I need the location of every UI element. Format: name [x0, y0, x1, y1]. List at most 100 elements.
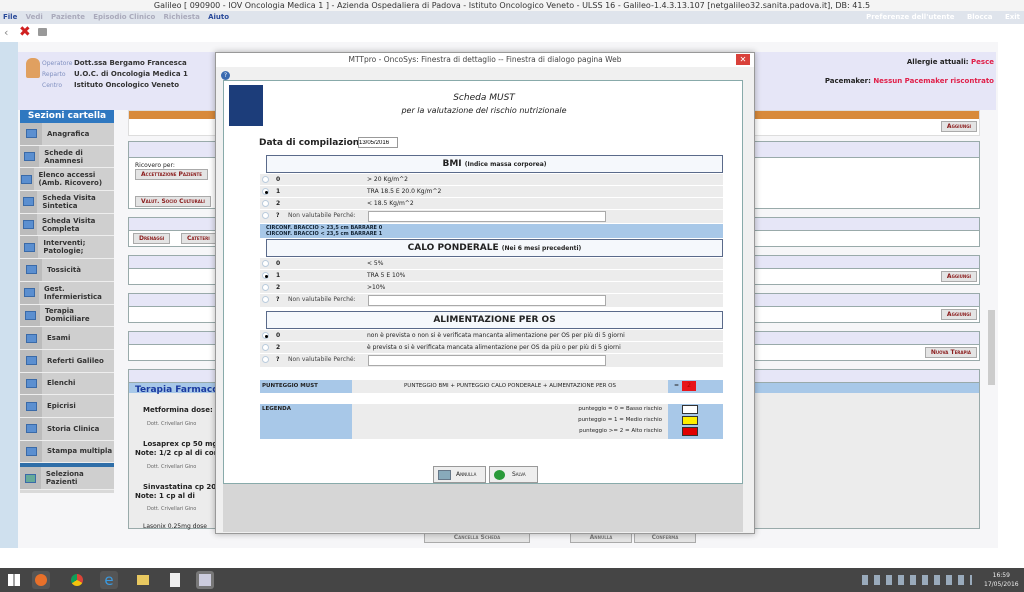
add-button-1[interactable]: Aggiungi [940, 121, 977, 132]
alim-radio[interactable] [262, 332, 269, 339]
sidebar-item[interactable]: Scheda Visita Completa [20, 213, 114, 237]
calo-option: 2 >10% [260, 282, 723, 294]
section-icon [20, 236, 39, 259]
sidebar-item[interactable]: Referti Galileo [20, 349, 114, 373]
calo-radio[interactable] [262, 272, 269, 279]
user-menu: Preferenze dell'utente Blocca Exit [856, 11, 1020, 24]
bmi-not-evaluable: ? Non valutabile Perché: [260, 210, 723, 224]
sidebar-item-seleziona-pazienti[interactable]: Seleziona Pazienti [20, 467, 114, 490]
close-icon[interactable]: ✖ [19, 24, 31, 40]
legend-swatch [682, 427, 698, 436]
bmi-reason-input[interactable] [368, 211, 606, 222]
menu-file[interactable]: File [3, 13, 17, 21]
annulla-button[interactable]: Annulla [433, 466, 486, 483]
option-score: 0 [276, 332, 281, 339]
clock-time: 16:59 [992, 572, 1010, 579]
sidebar-item[interactable]: Gest. Infermieristica [20, 281, 114, 305]
back-icon[interactable]: ‹ [4, 26, 8, 39]
alim-title: ALIMENTAZIONE PER OS [433, 315, 556, 325]
form-subheading: per la valutazione del rischio nutrizion… [401, 106, 567, 115]
sidebar-item-label: Interventi; Patologie; [43, 239, 86, 256]
print-icon[interactable] [38, 28, 47, 36]
salva-button[interactable]: Salva [489, 466, 538, 483]
sidebar-title: Sezioni cartella [20, 110, 114, 123]
main-scrollbar-thumb[interactable] [988, 310, 995, 385]
start-icon[interactable] [8, 574, 20, 586]
sidebar-item[interactable]: Anagrafica [20, 123, 114, 146]
cateteri-button[interactable]: Cateteri [181, 233, 216, 244]
bmi-radio[interactable] [262, 176, 269, 183]
alim-reason-input[interactable] [368, 355, 606, 366]
sidebar-item[interactable]: Stampa multipla [20, 440, 114, 464]
sidebar-item[interactable]: Storia Clinica [20, 417, 114, 441]
chrome-icon[interactable] [68, 571, 86, 589]
score-equals: = [674, 382, 680, 389]
accettazione-button[interactable]: Accettazione Paziente [135, 169, 208, 180]
sidebar-item-label: Elenco accessi (Amb. Ricovero) [38, 171, 103, 188]
window-title: Galileo [ 090900 - IOV Oncologia Medica … [0, 0, 1024, 11]
sidebar-item[interactable]: Scheda Visita Sintetica [20, 191, 114, 214]
valut-button[interactable]: Valut. Socio Culturali [135, 196, 211, 207]
calo-radio[interactable] [262, 260, 269, 267]
section-icon [20, 191, 38, 213]
ie-icon[interactable]: e [100, 571, 118, 589]
sidebar-item[interactable]: Esami [20, 327, 114, 350]
menu-vedi[interactable]: Vedi [26, 13, 43, 21]
galileo-icon[interactable] [196, 571, 214, 589]
sidebar-item[interactable]: Elenchi [20, 372, 114, 396]
exit-link[interactable]: Exit [1005, 13, 1020, 21]
bmi-header: BMI (Indice massa corporea) [266, 155, 723, 173]
dialog-close-button[interactable]: ✕ [736, 54, 750, 65]
system-tray-icons[interactable] [862, 575, 972, 585]
date-input[interactable] [358, 137, 398, 148]
drug-note: Note: 1/2 cp al di cont [135, 449, 223, 457]
score-formula: PUNTEGGIO BMI + PUNTEGGIO CALO PONDERALE… [352, 380, 668, 393]
toolbar: ‹ ✖ [0, 24, 1024, 42]
bmi-radio[interactable] [262, 200, 269, 207]
sidebar-item[interactable]: Elenco accessi (Amb. Ricovero) [20, 168, 114, 192]
sidebar-item[interactable]: Schede di Anamnesi [20, 145, 114, 169]
alim-radio[interactable] [262, 356, 269, 363]
option-score: 0 [276, 176, 281, 183]
option-desc: > 20 Kg/m^2 [367, 176, 408, 183]
bmi-option: 0 > 20 Kg/m^2 [260, 174, 723, 186]
section-icon [20, 395, 42, 417]
option-score: 1 [276, 272, 281, 279]
legend-text: punteggio >= 2 = Alto rischio [579, 428, 662, 434]
sidebar-item-label: Scheda Visita Completa [41, 216, 96, 233]
app-icon[interactable] [166, 571, 184, 589]
sidebar-item[interactable]: Epicrisi [20, 395, 114, 418]
menu-episodio[interactable]: Episodio Clinico [93, 13, 155, 21]
firefox-icon[interactable] [32, 571, 50, 589]
calo-radio[interactable] [262, 284, 269, 291]
bmi-radio[interactable] [262, 212, 269, 219]
option-desc: < 18.5 Kg/m^2 [367, 200, 414, 207]
lock-link[interactable]: Blocca [967, 13, 993, 21]
nuova-terapia-button[interactable]: Nuova Terapia [924, 347, 977, 358]
calo-subtitle: (Nei 6 mesi precedenti) [501, 245, 582, 252]
explorer-icon[interactable] [134, 571, 152, 589]
center-label: Centro [42, 82, 63, 89]
salva-label: Salva [512, 471, 526, 478]
add-button-3[interactable]: Aggiungi [940, 309, 977, 320]
drenaggi-button[interactable]: Drenaggi [133, 233, 171, 244]
bmi-radio[interactable] [262, 188, 269, 195]
section-icon [20, 440, 42, 463]
sidebar-item[interactable]: Terapia Domiciliare [20, 304, 114, 328]
menu-richiesta[interactable]: Richiesta [164, 13, 200, 21]
menu-paziente[interactable]: Paziente [51, 13, 85, 21]
menu-aiuto[interactable]: Aiuto [208, 13, 229, 21]
sidebar-item[interactable]: Interventi; Patologie; [20, 236, 114, 260]
calo-reason-input[interactable] [368, 295, 606, 306]
preferences-link[interactable]: Preferenze dell'utente [866, 13, 954, 21]
help-icon[interactable]: ? [221, 71, 230, 80]
option-desc: TRA 5 E 10% [367, 272, 406, 279]
sidebar-item-label: Scheda Visita Sintetica [42, 193, 96, 210]
add-button-2[interactable]: Aggiungi [940, 271, 977, 282]
section-icon [20, 145, 40, 168]
calo-radio[interactable] [262, 296, 269, 303]
alim-radio[interactable] [262, 344, 269, 351]
clock[interactable]: 16:59 17/05/2016 [984, 571, 1019, 589]
sidebar-item[interactable]: Tossicità [20, 259, 114, 282]
sidebar-item-label: Anagrafica [47, 129, 90, 138]
